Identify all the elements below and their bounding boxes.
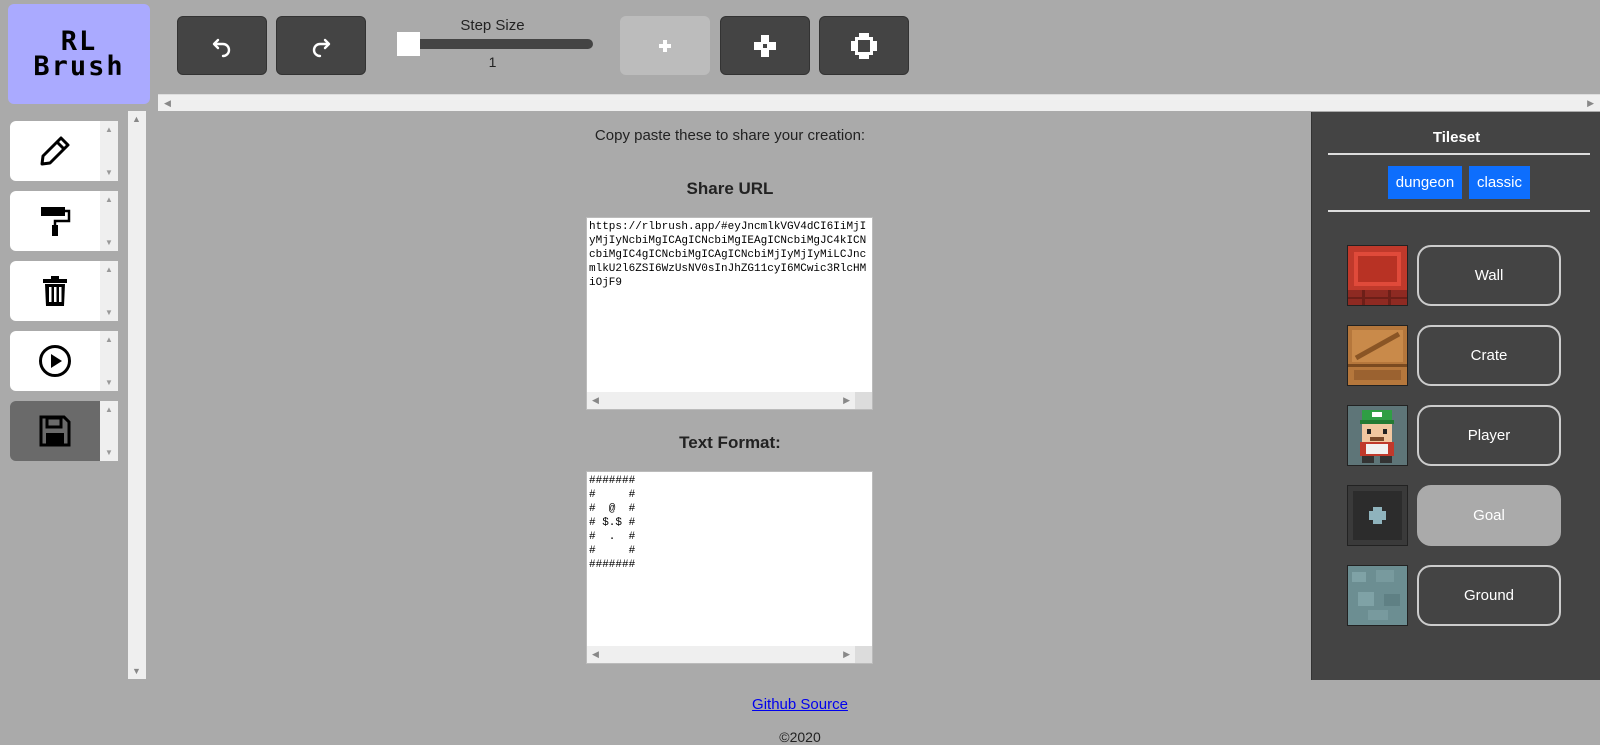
redo-icon [312, 38, 331, 57]
brush-small-icon [659, 39, 671, 52]
tile-ground-button[interactable]: Ground [1417, 565, 1561, 626]
pencil-icon [40, 136, 70, 166]
crate-tile-icon[interactable] [1347, 325, 1408, 386]
logo-line-2: Brush [33, 51, 125, 82]
scroll-right-arrow-icon[interactable]: ▶ [1587, 98, 1594, 109]
github-source-link[interactable]: Github Source [700, 696, 900, 713]
tools-vertical-scrollbar[interactable]: ▲ ▼ [128, 111, 146, 679]
step-size-label: Step Size [460, 17, 525, 34]
brush-large-icon [851, 32, 877, 59]
step-size-slider-thumb[interactable] [397, 32, 420, 56]
text-format-value: ####### # # # @ # # $.$ # # . # # # ####… [589, 475, 636, 571]
pencil-tool-button[interactable]: ▲ ▼ [10, 121, 118, 181]
brush-medium-button[interactable] [720, 16, 810, 75]
ground-tile-icon[interactable] [1347, 565, 1408, 626]
undo-button[interactable] [177, 16, 267, 75]
tile-goal-button[interactable]: Goal [1417, 485, 1561, 546]
tile-crate-button[interactable]: Crate [1417, 325, 1561, 386]
scroll-up-arrow-icon[interactable]: ▲ [132, 114, 141, 124]
resize-grip-icon[interactable] [855, 392, 872, 409]
divider [1328, 153, 1590, 155]
copyright-text: ©2020 [779, 729, 821, 745]
step-size-slider-track[interactable] [397, 39, 593, 49]
tile-player-button[interactable]: Player [1417, 405, 1561, 466]
share-url-value: https://rlbrush.app/#eyJncmlkVGV4dCI6IiM… [589, 221, 867, 289]
trash-icon [43, 276, 67, 306]
goal-tile-icon[interactable] [1347, 485, 1408, 546]
fill-tool-button[interactable]: ▲ ▼ [10, 191, 118, 251]
player-tile-icon[interactable] [1347, 405, 1408, 466]
tileset-classic-button[interactable]: classic [1469, 166, 1530, 199]
divider [1328, 210, 1590, 212]
play-tool-button[interactable]: ▲ ▼ [10, 331, 118, 391]
redo-button[interactable] [276, 16, 366, 75]
play-icon [39, 345, 71, 377]
text-format-textarea[interactable]: ####### # # # @ # # $.$ # # . # # # ####… [586, 471, 873, 664]
save-icon [39, 415, 71, 447]
share-intro-text: Copy paste these to share your creation: [594, 127, 866, 144]
share-url-heading: Share URL [686, 179, 774, 198]
scroll-left-arrow-icon[interactable]: ◀ [164, 98, 171, 109]
tile-wall-button[interactable]: Wall [1417, 245, 1561, 306]
canvas-horizontal-scrollbar[interactable]: ◀ ▶ [158, 94, 1600, 111]
tileset-dungeon-button[interactable]: dungeon [1388, 166, 1462, 199]
brush-large-button[interactable] [819, 16, 909, 75]
clear-tool-button[interactable]: ▲ ▼ [10, 261, 118, 321]
paint-roller-icon [41, 207, 71, 236]
resize-grip-icon[interactable] [855, 646, 872, 663]
tileset-panel: Tileset dungeon classic Wall Crate Playe… [1311, 112, 1600, 680]
wall-tile-icon[interactable] [1347, 245, 1408, 306]
undo-icon [212, 38, 231, 57]
step-size-value: 1 [488, 54, 497, 70]
save-tool-button[interactable]: ▲ ▼ [10, 401, 118, 461]
tileset-title: Tileset [1432, 129, 1481, 146]
share-url-textarea[interactable]: https://rlbrush.app/#eyJncmlkVGV4dCI6IiM… [586, 217, 873, 410]
text-format-heading: Text Format: [679, 433, 781, 452]
app-logo: RL Brush [8, 4, 150, 104]
scroll-down-arrow-icon[interactable]: ▼ [132, 666, 141, 676]
brush-medium-icon [754, 34, 776, 57]
brush-small-button[interactable] [620, 16, 710, 75]
